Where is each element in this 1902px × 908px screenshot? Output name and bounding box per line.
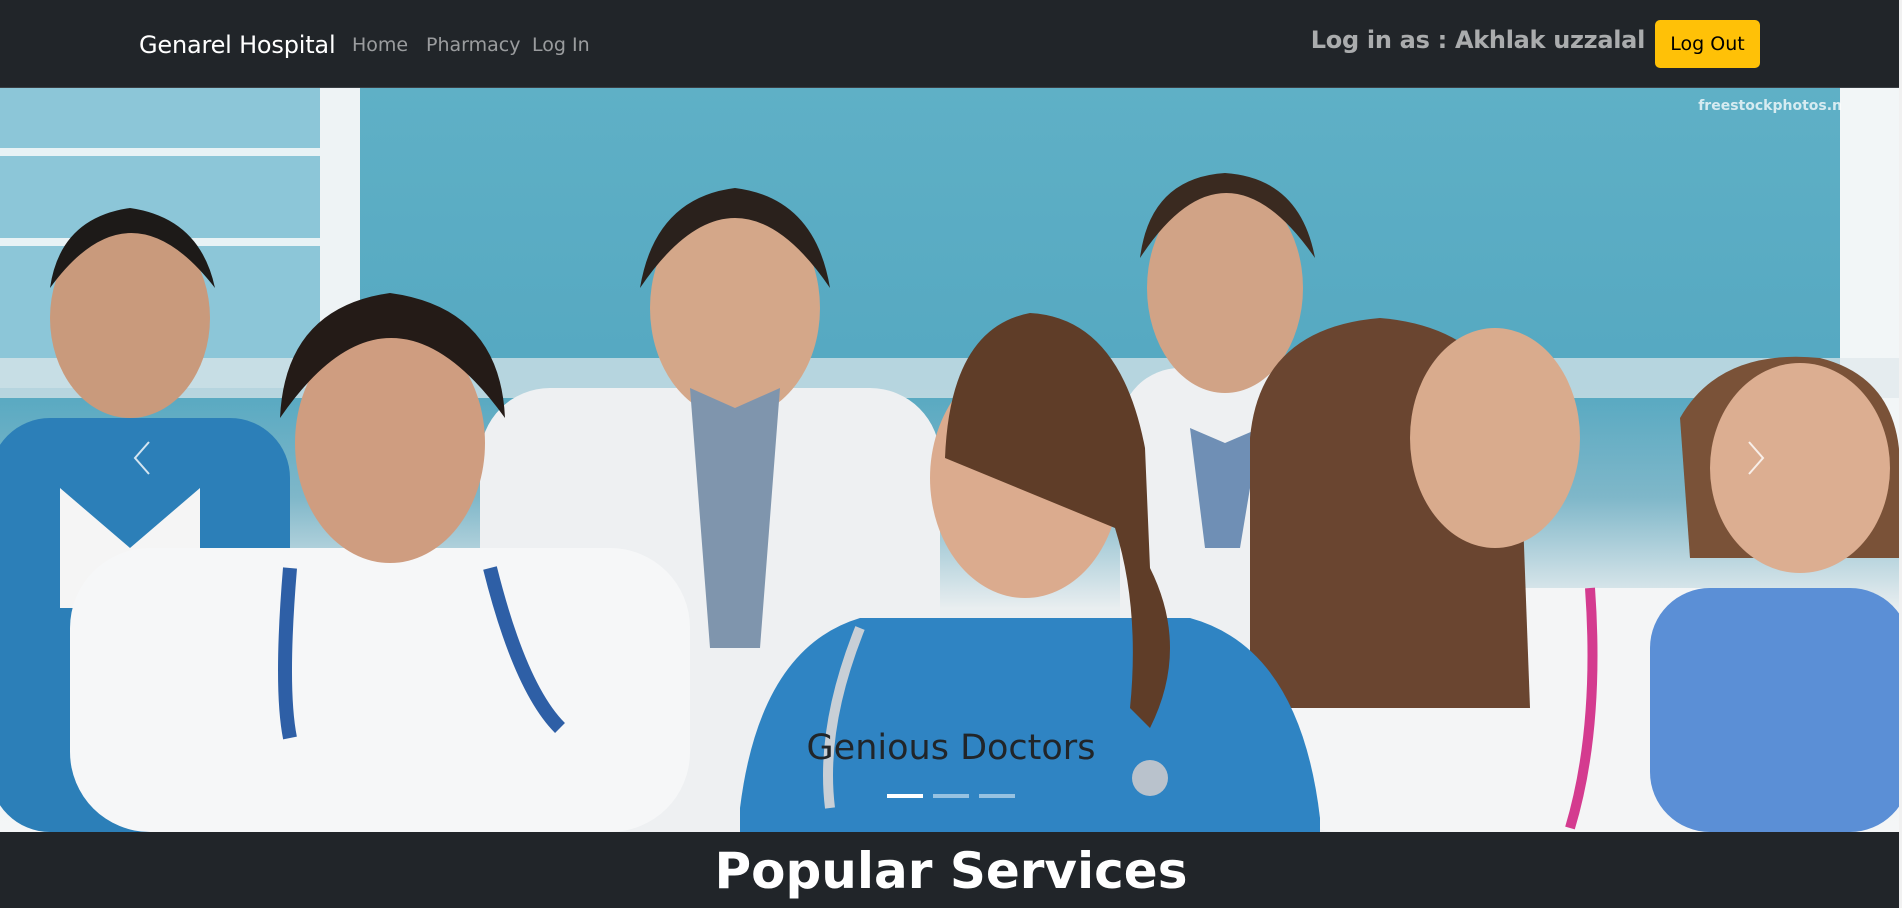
logout-button[interactable]: Log Out: [1655, 20, 1760, 68]
chevron-right-icon: [1748, 441, 1765, 475]
carousel-prev-button[interactable]: [112, 428, 172, 488]
carousel-indicator-2[interactable]: [933, 794, 969, 798]
carousel-indicator-1[interactable]: [887, 794, 923, 798]
hero-carousel: freestockphotos.n Genious Doctors: [0, 88, 1902, 832]
carousel-next-button[interactable]: [1726, 428, 1786, 488]
top-navbar: Genarel Hospital Home Pharmacy Log In Lo…: [0, 0, 1902, 88]
login-status-text: Log in as : Akhlak uzzalal: [1310, 26, 1646, 54]
nav-link-pharmacy[interactable]: Pharmacy: [426, 34, 520, 56]
image-watermark: freestockphotos.n: [1698, 98, 1842, 114]
popular-services-heading: Popular Services: [714, 842, 1188, 900]
carousel-indicators: [0, 794, 1902, 798]
carousel-indicator-3[interactable]: [979, 794, 1015, 798]
brand-link[interactable]: Genarel Hospital: [139, 31, 336, 59]
chevron-left-icon: [133, 441, 150, 475]
nav-link-login[interactable]: Log In: [532, 34, 590, 56]
nav-link-home[interactable]: Home: [352, 34, 408, 56]
doctors-team-photo: [0, 88, 1902, 832]
carousel-caption: Genious Doctors: [806, 728, 1096, 768]
